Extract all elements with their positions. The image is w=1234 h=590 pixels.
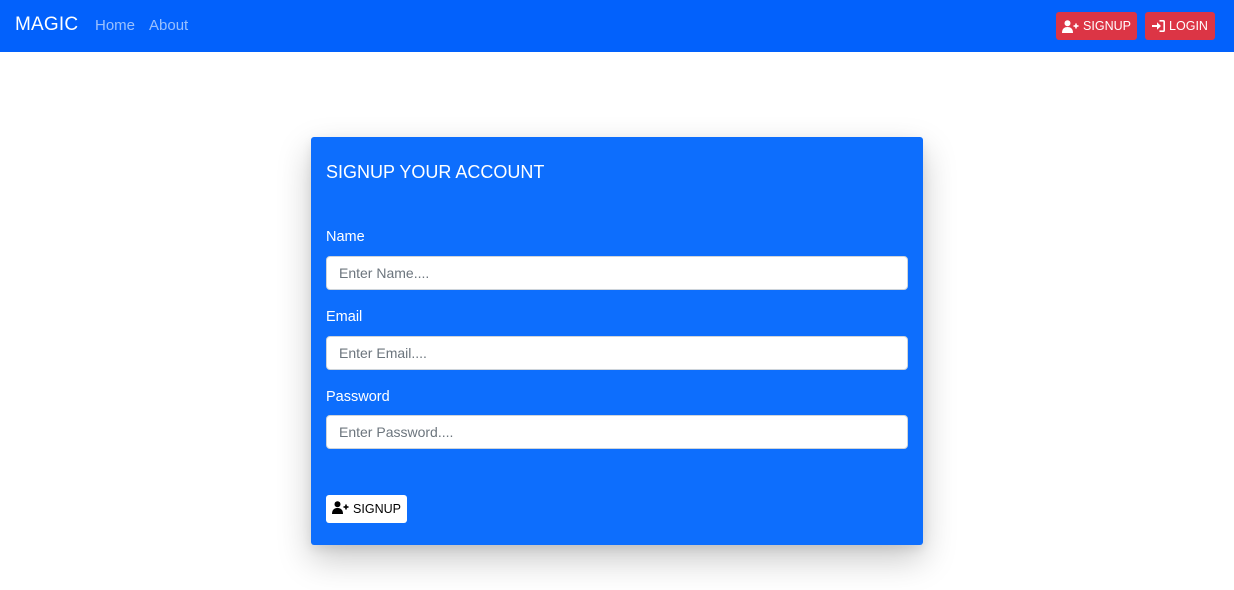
email-input[interactable] [326, 336, 908, 370]
brand-logo[interactable]: MAGIC [15, 14, 78, 36]
nav-login-label: LOGIN [1169, 19, 1208, 33]
user-plus-icon [332, 501, 349, 517]
signup-card: SIGNUP YOUR ACCOUNT Name Email Password … [311, 137, 923, 545]
nav-link-about[interactable]: About [149, 17, 188, 34]
name-input[interactable] [326, 256, 908, 290]
name-label: Name [326, 229, 365, 245]
password-label: Password [326, 389, 390, 405]
nav-login-button[interactable]: LOGIN [1145, 12, 1215, 40]
nav-signup-button[interactable]: SIGNUP [1056, 12, 1137, 40]
navbar: MAGIC Home About SIGNUP LOGIN [0, 0, 1234, 52]
nav-signup-label: SIGNUP [1083, 19, 1131, 33]
email-label: Email [326, 309, 363, 325]
form-title: SIGNUP YOUR ACCOUNT [326, 162, 545, 182]
sign-in-icon [1152, 20, 1166, 32]
password-input[interactable] [326, 415, 908, 449]
user-plus-icon [1062, 19, 1079, 33]
signup-submit-label: SIGNUP [353, 502, 401, 516]
nav-link-home[interactable]: Home [95, 17, 135, 34]
signup-submit-button[interactable]: SIGNUP [326, 495, 407, 523]
